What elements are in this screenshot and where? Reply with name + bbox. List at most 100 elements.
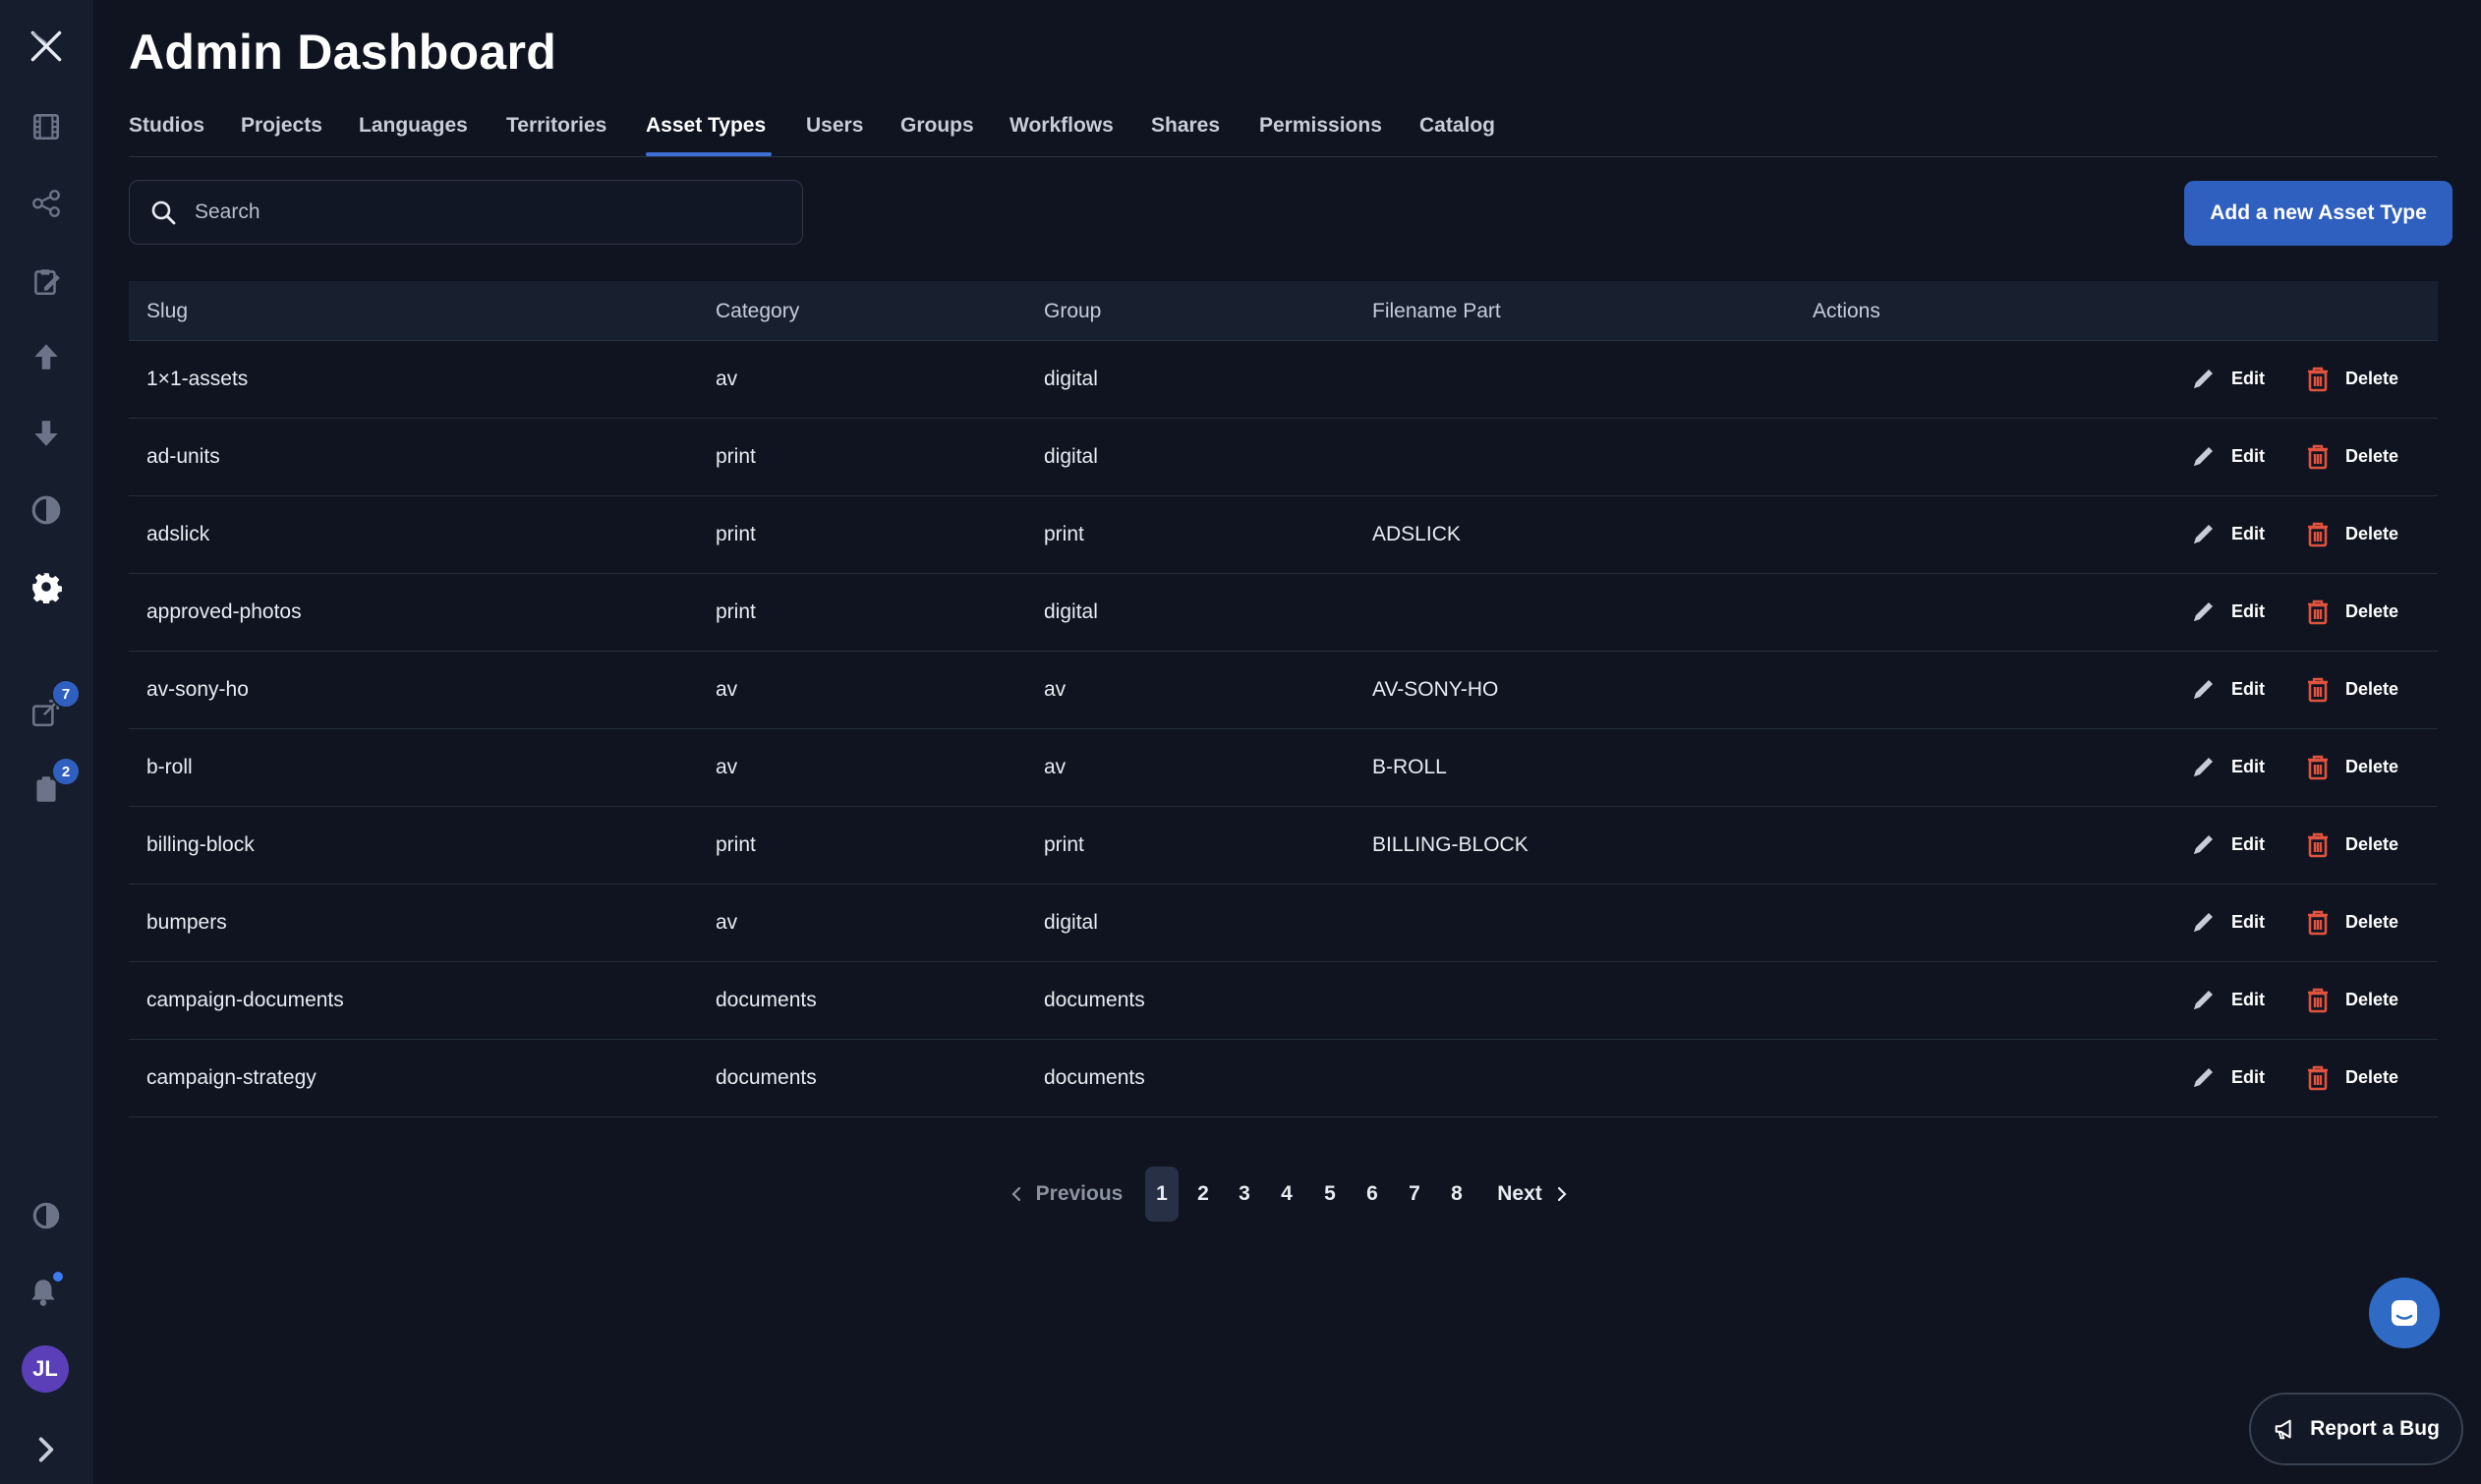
page-button-4[interactable]: 4 <box>1270 1167 1303 1222</box>
chat-launcher-button[interactable] <box>2369 1278 2440 1348</box>
add-asset-type-button[interactable]: Add a new Asset Type <box>2184 181 2452 246</box>
tab-languages[interactable]: Languages <box>359 114 468 138</box>
delete-label: Delete <box>2345 523 2399 543</box>
tab-users[interactable]: Users <box>806 114 863 138</box>
table-header: Slug Category Group Filename Part Action… <box>129 281 2438 341</box>
cell-group: digital <box>1044 445 1098 468</box>
avatar[interactable]: JL <box>22 1345 69 1393</box>
cell-filename-part: ADSLICK <box>1372 523 1461 545</box>
trash-icon <box>2304 365 2332 392</box>
edit-button[interactable]: Edit <box>2190 675 2265 703</box>
delete-button[interactable]: Delete <box>2304 675 2398 703</box>
delete-button[interactable]: Delete <box>2304 830 2398 858</box>
trash-icon <box>2304 520 2332 547</box>
trash-icon <box>2304 753 2332 780</box>
film-icon[interactable] <box>27 107 66 146</box>
delete-button[interactable]: Delete <box>2304 986 2398 1013</box>
edit-label: Edit <box>2231 600 2265 621</box>
edit-button[interactable]: Edit <box>2190 520 2265 547</box>
column-header-filename-part[interactable]: Filename Part <box>1372 300 1501 323</box>
delete-button[interactable]: Delete <box>2304 598 2398 625</box>
tab-permissions[interactable]: Permissions <box>1259 114 1382 138</box>
logo-x-icon[interactable] <box>24 24 69 69</box>
delete-button[interactable]: Delete <box>2304 520 2398 547</box>
edit-button[interactable]: Edit <box>2190 598 2265 625</box>
cell-group: av <box>1044 756 1067 778</box>
expand-chevron-icon[interactable] <box>27 1430 66 1469</box>
pencil-icon <box>2190 675 2218 703</box>
column-header-actions: Actions <box>1813 300 1880 322</box>
table-row[interactable]: 1×1-assets av digital Edit Delete <box>129 341 2438 419</box>
next-page-button[interactable]: Next <box>1494 1167 1573 1222</box>
table-row[interactable]: campaign-documents documents documents Edit… <box>129 962 2438 1040</box>
chevron-right-icon <box>1557 1186 1567 1202</box>
previous-page-button[interactable]: Previous <box>1007 1167 1125 1222</box>
page-button-2[interactable]: 2 <box>1186 1167 1220 1222</box>
page-button-7[interactable]: 7 <box>1398 1167 1431 1222</box>
tab-projects[interactable]: Projects <box>241 114 322 138</box>
edit-button[interactable]: Edit <box>2190 908 2265 936</box>
table-row[interactable]: ad-units print digital Edit Delete <box>129 419 2438 496</box>
clipboard-edit-icon[interactable] <box>27 261 66 301</box>
report-bug-label: Report a Bug <box>2310 1417 2440 1440</box>
table-row[interactable]: av-sony-ho av av AV-SONY-HO Edit Delete <box>129 652 2438 729</box>
upload-arrow-icon[interactable] <box>27 337 66 376</box>
table-row[interactable]: approved-photos print digital Edit Delete <box>129 574 2438 652</box>
delete-button[interactable]: Delete <box>2304 442 2398 470</box>
table-row[interactable]: campaign-strategy documents documents Edit D… <box>129 1040 2438 1117</box>
cell-slug: adslick <box>146 523 210 545</box>
pencil-icon <box>2190 830 2218 858</box>
delete-button[interactable]: Delete <box>2304 908 2398 936</box>
chat-bubble-icon <box>2392 1300 2417 1326</box>
edit-button[interactable]: Edit <box>2190 365 2265 392</box>
delete-label: Delete <box>2345 989 2399 1009</box>
delete-button[interactable]: Delete <box>2304 753 2398 780</box>
table-row[interactable]: billing-block print print BILLING-BLOCK Edit… <box>129 807 2438 885</box>
delete-button[interactable]: Delete <box>2304 1063 2398 1091</box>
trash-icon <box>2304 830 2332 858</box>
edit-label: Edit <box>2231 756 2265 776</box>
tab-catalog[interactable]: Catalog <box>1419 114 1495 138</box>
page-button-8[interactable]: 8 <box>1440 1167 1473 1222</box>
delete-label: Delete <box>2345 368 2399 388</box>
column-header-group[interactable]: Group <box>1044 300 1101 323</box>
delete-button[interactable]: Delete <box>2304 365 2398 392</box>
half-circle-chart-icon[interactable] <box>27 490 66 530</box>
search-input[interactable] <box>195 193 745 232</box>
delete-label: Delete <box>2345 445 2399 466</box>
cell-group: documents <box>1044 989 1145 1011</box>
tab-shares[interactable]: Shares <box>1151 114 1220 138</box>
sidebar: 7 2 JL <box>0 0 93 1484</box>
table-row[interactable]: b-roll av av B-ROLL Edit Delete <box>129 729 2438 807</box>
edit-button[interactable]: Edit <box>2190 830 2265 858</box>
gear-icon[interactable] <box>27 567 66 606</box>
column-header-slug[interactable]: Slug <box>146 300 188 323</box>
tab-asset-types[interactable]: Asset Types <box>646 114 766 138</box>
edit-button[interactable]: Edit <box>2190 442 2265 470</box>
pencil-icon <box>2190 986 2218 1013</box>
tab-territories[interactable]: Territories <box>506 114 606 138</box>
edit-button[interactable]: Edit <box>2190 986 2265 1013</box>
page-button-6[interactable]: 6 <box>1356 1167 1389 1222</box>
page-button-1[interactable]: 1 <box>1145 1167 1179 1222</box>
table-row[interactable]: adslick print print ADSLICK Edit Delete <box>129 496 2438 574</box>
tab-workflows[interactable]: Workflows <box>1010 114 1114 138</box>
tab-studios[interactable]: Studios <box>129 114 204 138</box>
tab-groups[interactable]: Groups <box>900 114 974 138</box>
cell-category: print <box>716 445 756 468</box>
download-arrow-icon[interactable] <box>27 414 66 453</box>
page-button-3[interactable]: 3 <box>1228 1167 1261 1222</box>
page-button-5[interactable]: 5 <box>1313 1167 1347 1222</box>
delete-label: Delete <box>2345 678 2399 699</box>
report-bug-button[interactable]: Report a Bug <box>2249 1393 2463 1465</box>
cell-category: av <box>716 678 738 701</box>
pencil-icon <box>2190 1063 2218 1091</box>
column-header-category[interactable]: Category <box>716 300 799 323</box>
table-row[interactable]: bumpers av digital Edit Delete <box>129 885 2438 962</box>
edit-button[interactable]: Edit <box>2190 753 2265 780</box>
share-nodes-icon[interactable] <box>27 184 66 223</box>
edit-label: Edit <box>2231 911 2265 932</box>
cell-category: av <box>716 911 738 934</box>
pencil-icon <box>2190 908 2218 936</box>
edit-button[interactable]: Edit <box>2190 1063 2265 1091</box>
